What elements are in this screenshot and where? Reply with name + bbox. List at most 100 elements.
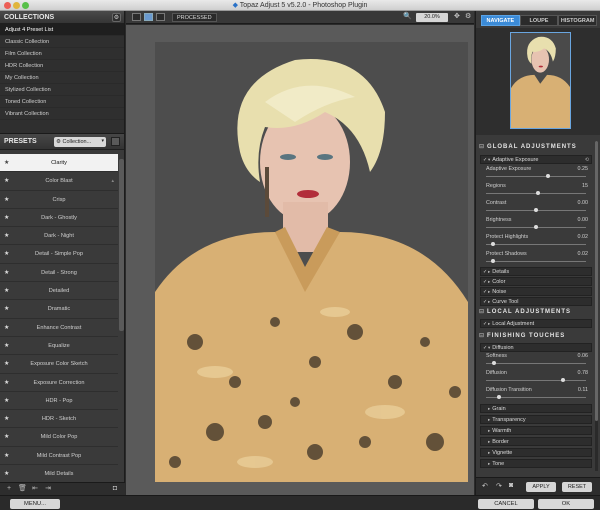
magnifier-icon[interactable]: 🔍 (403, 12, 412, 20)
export-icon[interactable]: ⇥ (44, 485, 52, 493)
cancel-button[interactable]: CANCEL (478, 499, 534, 509)
gear-icon[interactable]: ⚙ (112, 13, 121, 22)
slider-value[interactable]: 15 (582, 183, 588, 189)
preset-item[interactable]: ★ Dramatic (0, 300, 118, 319)
slider-track[interactable] (486, 191, 586, 195)
slider-track[interactable] (486, 361, 586, 365)
preset-item[interactable]: ★ Color Blast ▴ (0, 172, 118, 191)
star-icon[interactable]: ★ (4, 245, 9, 263)
preset-item[interactable]: ★ Detailed (0, 282, 118, 301)
add-icon[interactable]: + (5, 485, 13, 493)
group-transparency[interactable]: ▸ Transparency (480, 415, 592, 424)
collection-item[interactable]: Film Collection (0, 48, 124, 60)
slider-knob[interactable] (535, 191, 540, 195)
dual-view-icon[interactable] (156, 13, 165, 21)
ok-button[interactable]: OK (538, 499, 594, 509)
preset-item[interactable]: ★ HDR - Sketch (0, 410, 118, 429)
tab-histogram[interactable]: HISTOGRAM (558, 15, 598, 26)
slider-track[interactable] (486, 174, 586, 178)
slider-knob[interactable] (496, 395, 501, 399)
group-color[interactable]: ✓▸ Color (480, 277, 592, 286)
preset-item[interactable]: ★ Equalize (0, 336, 118, 356)
preset-item[interactable]: ★ Dark - Ghostly (0, 208, 118, 228)
options-icon[interactable]: ⚙ (465, 12, 471, 20)
grid-view-icon[interactable] (111, 137, 120, 146)
presets-scrollbar[interactable] (119, 159, 124, 331)
adaptive-exposure-group[interactable]: ✓▾ Adaptive Exposure ⟲ (480, 155, 592, 164)
group-warmth[interactable]: ▸ Warmth (480, 426, 592, 435)
slider-value[interactable]: 0.00 (578, 217, 589, 223)
group-border[interactable]: ▸ Border (480, 437, 592, 446)
star-icon[interactable]: ★ (4, 428, 9, 446)
preset-item[interactable]: ★ Detail - Simple Pop (0, 245, 118, 264)
undo-icon[interactable]: ↶ (482, 482, 488, 490)
slider-track[interactable] (486, 208, 586, 212)
slider-value[interactable]: 0.02 (578, 251, 589, 257)
collection-dropdown[interactable]: ⚙ Collection... ▾ (54, 137, 106, 147)
snapshot-icon[interactable]: ◙ (509, 482, 513, 489)
finishing-touches-header[interactable]: ⊟ FINISHING TOUCHES (479, 331, 595, 341)
preset-item[interactable]: ★ Enhance Contrast (0, 318, 118, 337)
star-icon[interactable]: ★ (4, 282, 9, 300)
collection-item[interactable]: HDR Collection (0, 60, 124, 72)
preset-item[interactable]: ★ Dark - Night (0, 227, 118, 246)
diffusion-group[interactable]: ✓▾ Diffusion (480, 343, 592, 352)
collection-item[interactable]: Stylized Collection (0, 84, 124, 96)
slider-knob[interactable] (534, 225, 538, 229)
slider-value[interactable]: 0.11 (578, 387, 588, 393)
star-icon[interactable]: ★ (4, 374, 9, 392)
local-adjustment-group[interactable]: ✓▸ Local Adjustment (480, 319, 592, 328)
local-adjustments-header[interactable]: ⊟ LOCAL ADJUSTMENTS (479, 307, 595, 317)
star-icon[interactable]: ★ (4, 465, 9, 483)
slider-knob[interactable] (534, 208, 538, 212)
global-adjustments-header[interactable]: ⊟ GLOBAL ADJUSTMENTS (479, 142, 595, 152)
slider-value[interactable]: 0.78 (578, 370, 589, 376)
group-grain[interactable]: ▸ Grain (480, 404, 592, 413)
scroll-up-icon[interactable]: ▴ (111, 172, 114, 190)
star-icon[interactable]: ★ (4, 319, 9, 337)
star-icon[interactable]: ★ (4, 209, 9, 227)
camera-icon[interactable]: ◘ (111, 485, 119, 493)
slider-track[interactable] (486, 395, 586, 399)
navigator-thumbnail[interactable] (510, 32, 571, 129)
import-icon[interactable]: ⇤ (31, 485, 39, 493)
preview-image[interactable] (155, 42, 468, 482)
collection-item[interactable]: Toned Collection (0, 96, 124, 108)
slider-knob[interactable] (560, 378, 565, 382)
star-icon[interactable]: ★ (4, 154, 9, 172)
preset-item[interactable]: ★ Detail - Strong (0, 263, 118, 283)
reset-group-icon[interactable]: ⟲ (585, 156, 589, 164)
slider-track[interactable] (486, 225, 586, 229)
preset-item[interactable]: ★ Mild Details (0, 465, 118, 484)
collection-item[interactable]: Vibrant Collection (0, 108, 124, 120)
star-icon[interactable]: ★ (4, 355, 9, 373)
star-icon[interactable]: ★ (4, 392, 9, 410)
preset-item[interactable]: ★ Mild Contrast Pop (0, 446, 118, 466)
adjustments-scrollbar[interactable] (595, 141, 598, 471)
collection-item[interactable]: Classic Collection (0, 36, 124, 48)
menu-button[interactable]: MENU... (10, 499, 60, 509)
slider-knob[interactable] (545, 174, 550, 178)
scrollbar-thumb[interactable] (595, 141, 598, 421)
slider-knob[interactable] (491, 361, 496, 365)
slider-value[interactable]: 0.00 (578, 200, 589, 206)
preset-item[interactable]: ★ Exposure Color Sketch (0, 355, 118, 374)
slider-track[interactable] (486, 242, 586, 246)
group-details[interactable]: ✓▸ Details (480, 267, 592, 276)
collection-item[interactable]: My Collection (0, 72, 124, 84)
preset-item[interactable]: ★ Exposure Correction (0, 373, 118, 392)
zoom-level-field[interactable]: 20.0% (416, 13, 448, 22)
group-tone[interactable]: ▸ Tone (480, 459, 592, 468)
preset-item[interactable]: ★ Mild Color Pop (0, 428, 118, 447)
star-icon[interactable]: ★ (4, 300, 9, 318)
preset-item[interactable]: ★ HDR - Pop (0, 391, 118, 411)
split-view-icon[interactable] (144, 13, 153, 21)
star-icon[interactable]: ★ (4, 172, 9, 190)
tab-loupe[interactable]: LOUPE (519, 15, 559, 26)
slider-value[interactable]: 0.02 (578, 234, 589, 240)
apply-button[interactable]: APPLY (526, 482, 556, 492)
pan-tool-icon[interactable]: ✥ (454, 12, 460, 20)
star-icon[interactable]: ★ (4, 264, 9, 282)
star-icon[interactable]: ★ (4, 227, 9, 245)
group-noise[interactable]: ✓▸ Noise (480, 287, 592, 296)
